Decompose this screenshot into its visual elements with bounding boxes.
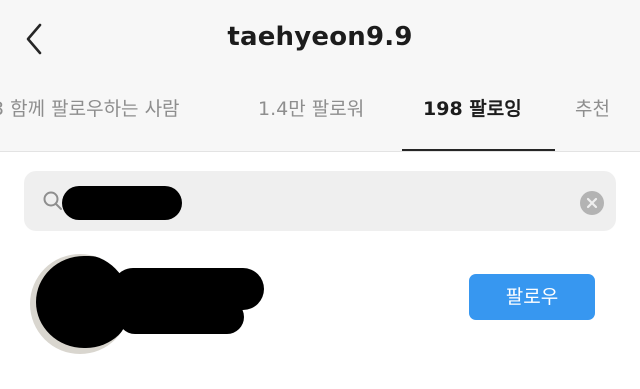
following-list-screen: taehyeon9.9 3 함께 팔로우하는 사람 1.4만 팔로워 198 팔…: [0, 0, 640, 389]
header-area: taehyeon9.9 3 함께 팔로우하는 사람 1.4만 팔로워 198 팔…: [0, 0, 640, 152]
tab-mutual-followers[interactable]: 3 함께 팔로우하는 사람: [0, 94, 180, 121]
header-divider: [0, 151, 640, 152]
avatar[interactable]: [30, 254, 130, 354]
search-bar[interactable]: [24, 171, 616, 231]
clear-icon: [586, 197, 598, 209]
search-text-redaction: [62, 186, 182, 220]
fullname-redaction: [118, 300, 244, 334]
list-item[interactable]: 팔로우: [0, 250, 640, 360]
profile-username-title: taehyeon9.9: [227, 22, 413, 52]
search-icon: [43, 191, 62, 210]
follow-tabs: 3 함께 팔로우하는 사람 1.4만 팔로워 198 팔로잉 추천: [0, 94, 640, 134]
tab-following[interactable]: 198 팔로잉: [423, 94, 522, 121]
follow-button[interactable]: 팔로우: [469, 274, 595, 320]
clear-search-button[interactable]: [580, 191, 604, 215]
tab-followers[interactable]: 1.4만 팔로워: [258, 94, 364, 121]
tab-suggestions[interactable]: 추천: [575, 94, 610, 121]
